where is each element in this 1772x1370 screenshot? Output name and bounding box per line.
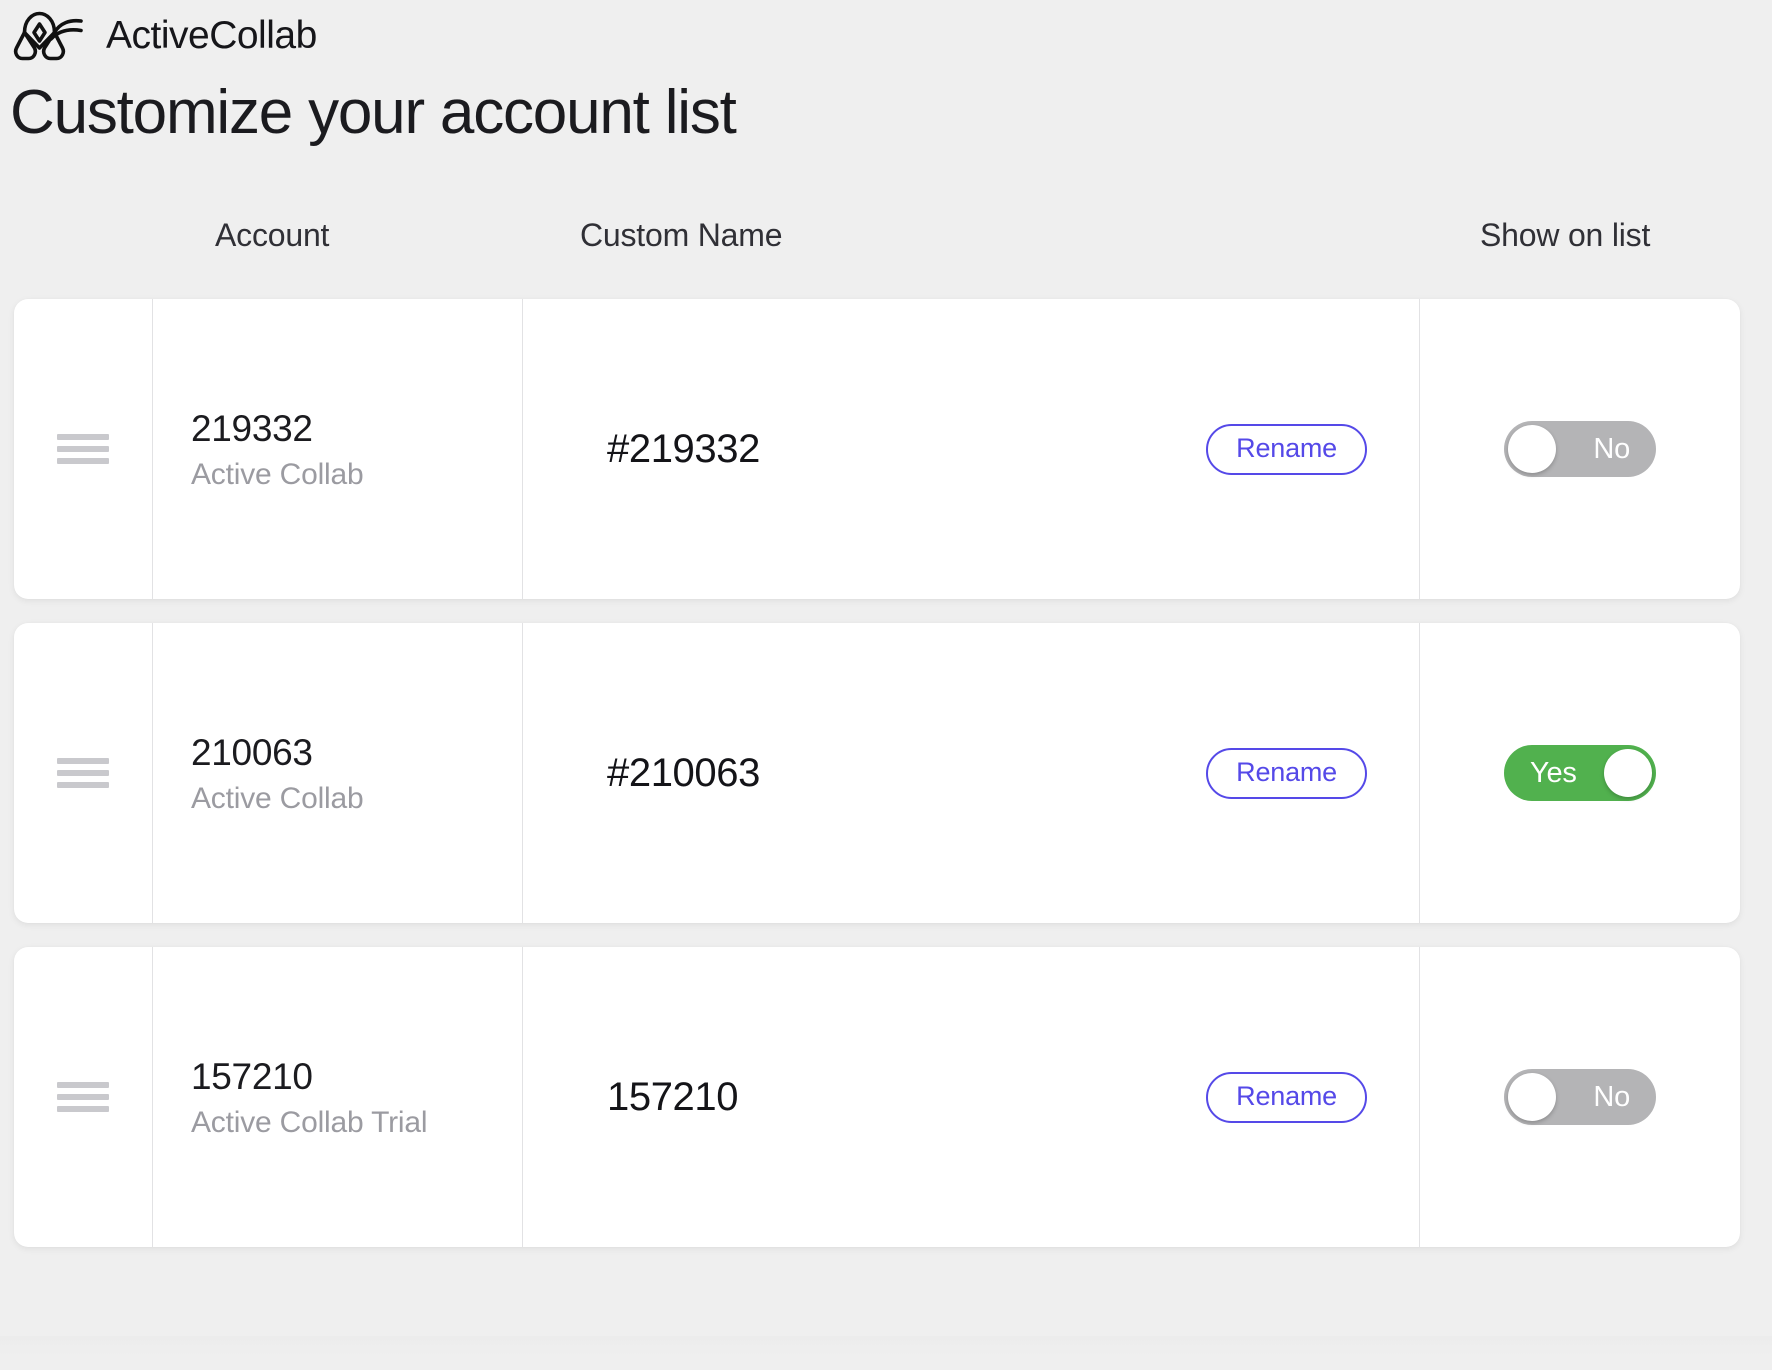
show-on-list-cell: No [1420, 947, 1740, 1247]
custom-name-value: 157210 [607, 1074, 739, 1119]
table-column-headers: Account Custom Name Show on list [0, 217, 1772, 273]
show-on-list-toggle[interactable]: No [1504, 421, 1656, 478]
drag-handle-icon[interactable] [57, 434, 109, 465]
drag-handle-icon[interactable] [57, 758, 109, 789]
brand-name: ActiveCollab [106, 14, 317, 57]
brand-header: ActiveCollab [0, 0, 1772, 62]
column-header-custom-name: Custom Name [580, 217, 783, 254]
account-type: Active Collab Trial [191, 1106, 428, 1140]
drag-handle-cell[interactable] [14, 947, 153, 1248]
table-row[interactable]: 210063 Active Collab #210063 Rename Yes [14, 623, 1740, 924]
account-cell: 210063 Active Collab [153, 623, 523, 924]
toggle-knob [1508, 1073, 1556, 1122]
show-on-list-toggle-label: No [1593, 432, 1630, 465]
activecollab-logo-icon [13, 11, 83, 61]
account-cell: 157210 Active Collab Trial [153, 947, 523, 1248]
show-on-list-toggle-label: No [1593, 1080, 1630, 1113]
account-cell: 219332 Active Collab [153, 299, 523, 600]
toggle-knob [1604, 749, 1652, 798]
table-row[interactable]: 157210 Active Collab Trial 157210 Rename… [14, 947, 1740, 1248]
toggle-knob [1508, 425, 1556, 474]
rename-button[interactable]: Rename [1206, 1071, 1367, 1123]
custom-name-cell: 157210 Rename [523, 947, 1420, 1248]
show-on-list-cell: No [1420, 299, 1740, 599]
column-header-account: Account [215, 217, 330, 254]
account-type: Active Collab [191, 458, 364, 492]
account-id: 219332 [191, 407, 313, 449]
rename-button[interactable]: Rename [1206, 747, 1367, 799]
account-id: 157210 [191, 1055, 313, 1097]
custom-name-value: #219332 [607, 426, 760, 471]
custom-name-cell: #219332 Rename [523, 299, 1420, 600]
show-on-list-toggle[interactable]: No [1504, 1069, 1656, 1126]
account-rows-list: 219332 Active Collab #219332 Rename No 2… [0, 299, 1772, 1248]
column-header-show-on-list: Show on list [1480, 217, 1651, 254]
show-on-list-cell: Yes [1420, 623, 1740, 923]
table-row[interactable]: 219332 Active Collab #219332 Rename No [14, 299, 1740, 600]
show-on-list-toggle-label: Yes [1530, 756, 1577, 789]
account-id: 210063 [191, 731, 313, 773]
drag-handle-cell[interactable] [14, 299, 153, 600]
custom-name-cell: #210063 Rename [523, 623, 1420, 924]
page-bottom-fade [0, 1336, 1772, 1370]
drag-handle-cell[interactable] [14, 623, 153, 924]
rename-button[interactable]: Rename [1206, 423, 1367, 475]
custom-name-value: #210063 [607, 750, 760, 795]
drag-handle-icon[interactable] [57, 1082, 109, 1113]
page-title: Customize your account list [10, 78, 737, 147]
show-on-list-toggle[interactable]: Yes [1504, 745, 1656, 802]
account-type: Active Collab [191, 782, 364, 816]
